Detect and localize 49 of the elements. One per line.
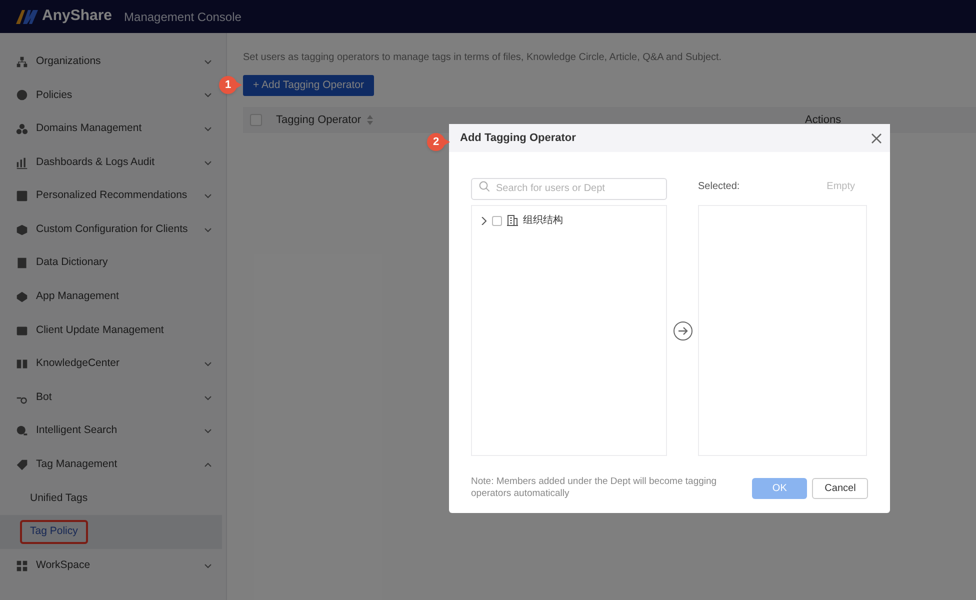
add-button[interactable]: + Add Tagging Operator xyxy=(243,75,374,96)
menu-icon xyxy=(16,56,28,68)
note-text: Note: Members added under the Dept will become tagging operators automatically xyxy=(471,476,718,500)
menu-icon xyxy=(16,290,28,303)
menu-icon xyxy=(16,190,28,202)
checkbox[interactable] xyxy=(492,216,502,226)
menu-icon xyxy=(16,89,28,102)
checkbox[interactable] xyxy=(250,114,262,126)
description-text: Set users as tagging operators to manage tags in terms of files, Knowledge Circle, Article, Q&A and Subject. xyxy=(243,51,723,65)
column-header: Tagging Operator xyxy=(276,112,361,128)
search-icon xyxy=(479,180,490,192)
pointer-icon xyxy=(235,81,242,89)
search-field[interactable]: Search for users or Dept xyxy=(471,178,667,200)
menu-icon xyxy=(16,560,28,572)
menu-icon xyxy=(16,358,28,370)
sidebar-item[interactable]: Personalized Recommendations xyxy=(0,179,226,213)
menu-icon xyxy=(16,324,28,337)
sidebar-item[interactable]: KnowledgeCenter xyxy=(0,347,226,381)
menu-icon xyxy=(16,122,28,135)
menu-icon xyxy=(16,257,28,270)
menu-icon xyxy=(16,425,28,438)
column-header: Actions xyxy=(805,112,842,128)
pointer-icon xyxy=(443,138,450,146)
tree-node-label: 组织结构 xyxy=(523,214,563,228)
sidebar-item[interactable]: Client Update Management xyxy=(0,314,226,348)
callout-badge: 2 xyxy=(427,133,445,151)
console-title: Management Console xyxy=(124,8,242,26)
building-icon xyxy=(507,215,518,226)
sidebar-item[interactable]: Dashboards & Logs Audit xyxy=(0,146,226,180)
sidebar-item[interactable]: Intelligent Search xyxy=(0,414,226,448)
arrow-right-icon[interactable] xyxy=(672,320,692,340)
brand-name: AnyShare xyxy=(42,6,112,26)
sidebar-item[interactable]: Tag Management xyxy=(0,448,226,482)
logo-icon xyxy=(16,10,38,24)
cancel-button[interactable]: Cancel xyxy=(812,478,868,498)
sidebar-item[interactable]: Domains Management xyxy=(0,112,226,146)
selected-label: Selected: xyxy=(698,180,740,194)
sidebar-item[interactable]: App Management xyxy=(0,280,226,314)
menu-icon xyxy=(16,458,28,471)
submenu-item[interactable]: Tag Policy xyxy=(0,515,222,549)
sidebar-item[interactable]: Custom Configuration for Clients xyxy=(0,212,226,247)
menu-icon xyxy=(16,156,28,169)
sidebar-item[interactable]: Data Dictionary xyxy=(0,246,226,280)
menu-icon xyxy=(16,224,28,236)
sidebar-item[interactable]: Bot xyxy=(0,380,226,415)
dialog-title: Add Tagging Operator xyxy=(460,130,577,146)
close-icon[interactable] xyxy=(871,132,882,144)
sidebar-item[interactable]: WorkSpace xyxy=(0,548,226,582)
submenu-item[interactable]: Unified Tags xyxy=(0,482,222,516)
